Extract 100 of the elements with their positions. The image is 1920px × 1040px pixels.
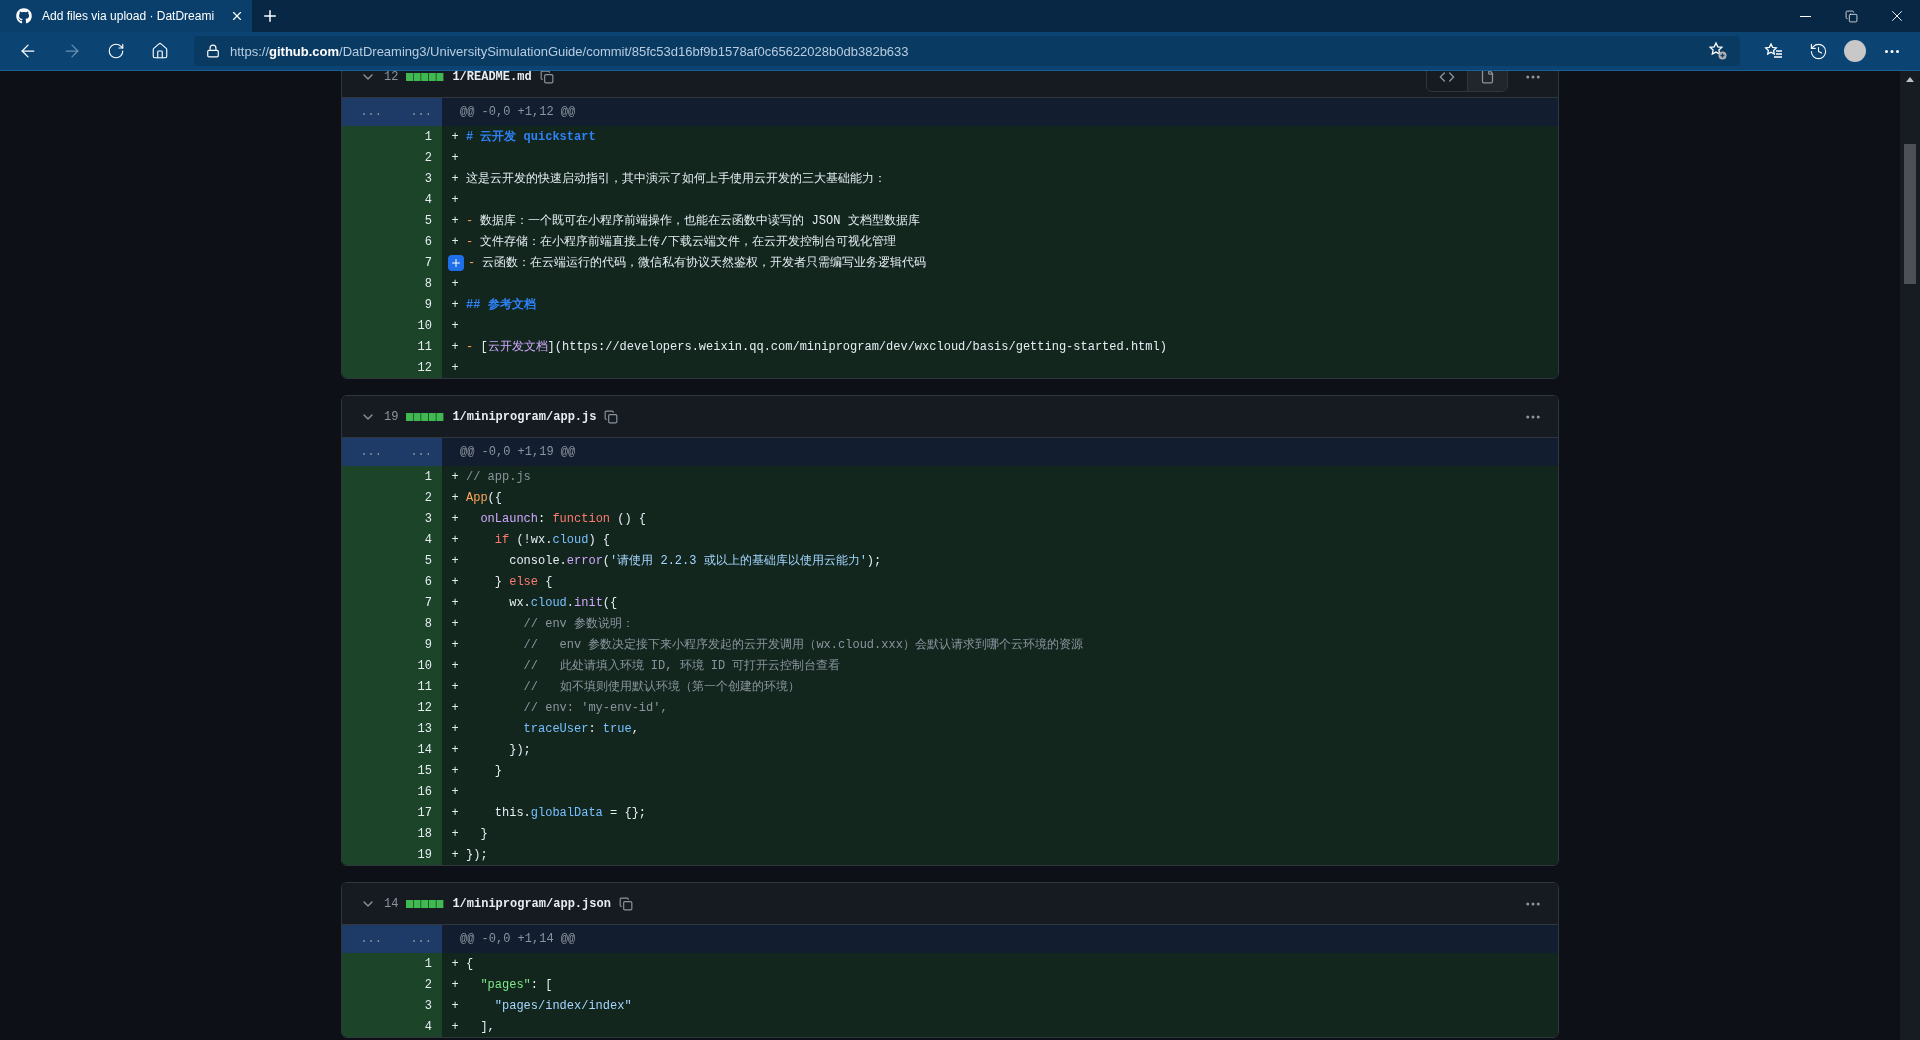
added-sign: + xyxy=(450,742,460,757)
scrollbar[interactable] xyxy=(1900,71,1920,1040)
line-number[interactable]: 11 xyxy=(392,676,442,697)
line-number[interactable]: 7 xyxy=(392,592,442,613)
line-number[interactable]: 2 xyxy=(392,487,442,508)
line-number[interactable]: 10 xyxy=(392,315,442,336)
diffstat-icon xyxy=(406,72,445,81)
line-number[interactable]: 1 xyxy=(392,953,442,974)
line-number[interactable]: 9 xyxy=(392,294,442,315)
line-number[interactable]: 3 xyxy=(392,995,442,1016)
code-line: } xyxy=(493,763,502,778)
line-number[interactable]: 18 xyxy=(392,823,442,844)
file-path[interactable]: 1/README.md xyxy=(452,71,532,84)
expand-button[interactable]: ... xyxy=(392,438,442,466)
code-line: traceUser: true, xyxy=(522,721,639,736)
added-sign: + xyxy=(450,998,460,1013)
expand-button[interactable]: ... xyxy=(392,925,442,953)
line-number[interactable]: 8 xyxy=(392,613,442,634)
line-number[interactable]: 8 xyxy=(392,273,442,294)
code-icon xyxy=(1439,71,1455,85)
url-text: https://github.com/DatDreaming3/UniversitySimulationGuide/commit/85fc53d16bf9b1578af0c65622028b0db382b633 xyxy=(230,43,910,59)
file-view-button[interactable] xyxy=(1467,71,1507,91)
scroll-up-icon[interactable] xyxy=(1906,77,1914,82)
line-number[interactable]: 1 xyxy=(392,466,442,487)
line-number[interactable]: 17 xyxy=(392,802,442,823)
line-number[interactable]: 2 xyxy=(392,147,442,168)
line-number[interactable]: 12 xyxy=(392,357,442,378)
line-number[interactable]: 10 xyxy=(392,655,442,676)
file-icon xyxy=(1480,71,1495,84)
line-number[interactable]: 6 xyxy=(392,231,442,252)
line-number[interactable]: 2 xyxy=(392,974,442,995)
star-add-icon[interactable] xyxy=(1708,41,1728,61)
copy-icon[interactable] xyxy=(539,71,554,84)
line-number[interactable]: 4 xyxy=(392,189,442,210)
added-sign: + xyxy=(450,213,460,228)
added-sign: + xyxy=(450,700,460,715)
change-count: 19 xyxy=(384,409,399,424)
line-number[interactable]: 5 xyxy=(392,210,442,231)
line-number[interactable]: 1 xyxy=(392,126,442,147)
code-line: 这是云开发的快速启动指引，其中演示了如何上手使用云开发的三大基础能力： xyxy=(465,171,886,187)
expand-button[interactable]: ... xyxy=(342,438,392,466)
code-line: "pages": [ xyxy=(479,977,553,992)
code-line: // 此处请填入环境 ID, 环境 ID 可打开云控制台查看 xyxy=(522,658,841,674)
close-tab-icon[interactable] xyxy=(230,9,244,23)
home-icon xyxy=(151,42,169,60)
code-line: onLaunch: function () { xyxy=(479,511,647,526)
tab-title: Add files via upload · DatDreami xyxy=(42,9,216,23)
line-number[interactable]: 16 xyxy=(392,781,442,802)
address-bar[interactable]: https://github.com/DatDreaming3/UniversitySimulationGuide/commit/85fc53d16bf9b1578af0c65622028b0db382b633 xyxy=(194,36,1740,66)
lock-icon xyxy=(206,44,220,58)
line-number[interactable]: 14 xyxy=(392,739,442,760)
diffstat-icon xyxy=(406,899,445,908)
added-sign: + xyxy=(450,826,460,841)
profile-avatar[interactable] xyxy=(1844,40,1866,62)
added-sign: + xyxy=(450,805,460,820)
scroll-thumb[interactable] xyxy=(1904,144,1916,284)
added-sign: + xyxy=(450,616,460,631)
expand-button[interactable]: ... xyxy=(342,925,392,953)
expand-button[interactable]: ... xyxy=(392,98,442,126)
code-line: ## 参考文档 xyxy=(465,297,536,313)
code-line: - 数据库：一个既可在小程序前端操作，也能在云函数中读写的 JSON 文档型数据库 xyxy=(465,213,920,229)
expand-button[interactable]: ... xyxy=(342,98,392,126)
line-number[interactable]: 4 xyxy=(392,1016,442,1037)
added-sign: + xyxy=(450,360,460,375)
line-number[interactable]: 4 xyxy=(392,529,442,550)
line-number[interactable]: 3 xyxy=(392,168,442,189)
copy-icon[interactable] xyxy=(618,896,633,911)
add-comment-button[interactable] xyxy=(448,254,464,271)
code-line: // env 参数说明： xyxy=(522,616,635,632)
added-sign: + xyxy=(450,956,460,971)
browser-tab[interactable]: Add files via upload · DatDreami xyxy=(0,0,252,32)
added-sign: + xyxy=(450,763,460,778)
line-number[interactable]: 15 xyxy=(392,760,442,781)
added-sign: + xyxy=(450,511,460,526)
added-sign: + xyxy=(450,339,460,354)
line-number[interactable]: 12 xyxy=(392,697,442,718)
history-icon xyxy=(1808,41,1828,61)
code-line: this.globalData = {}; xyxy=(493,805,647,820)
added-sign: + xyxy=(450,318,460,333)
added-sign: + xyxy=(450,595,460,610)
line-number[interactable]: 9 xyxy=(392,634,442,655)
plus-icon xyxy=(450,256,462,269)
added-sign: + xyxy=(450,490,460,505)
line-number[interactable]: 19 xyxy=(392,844,442,865)
line-number[interactable]: 3 xyxy=(392,508,442,529)
diffstat-icon xyxy=(406,412,445,421)
line-number[interactable]: 11 xyxy=(392,336,442,357)
copy-icon[interactable] xyxy=(604,409,619,424)
added-sign: + xyxy=(450,297,460,312)
line-number[interactable]: 7 xyxy=(392,252,442,273)
line-number[interactable]: 5 xyxy=(392,550,442,571)
line-number[interactable]: 13 xyxy=(392,718,442,739)
file-path[interactable]: 1/miniprogram/app.js xyxy=(452,409,597,424)
code-line: # 云开发 quickstart xyxy=(465,129,596,145)
favorites-icon[interactable] xyxy=(1764,41,1784,61)
file-path[interactable]: 1/miniprogram/app.json xyxy=(452,896,611,911)
more-icon xyxy=(1885,49,1899,53)
code-line: "pages/index/index" xyxy=(493,998,632,1013)
line-number[interactable]: 6 xyxy=(392,571,442,592)
code-line: // env 参数决定接下来小程序发起的云开发调用（wx.cloud.xxx）会默认请求到哪个云环境的资源 xyxy=(522,637,1083,653)
